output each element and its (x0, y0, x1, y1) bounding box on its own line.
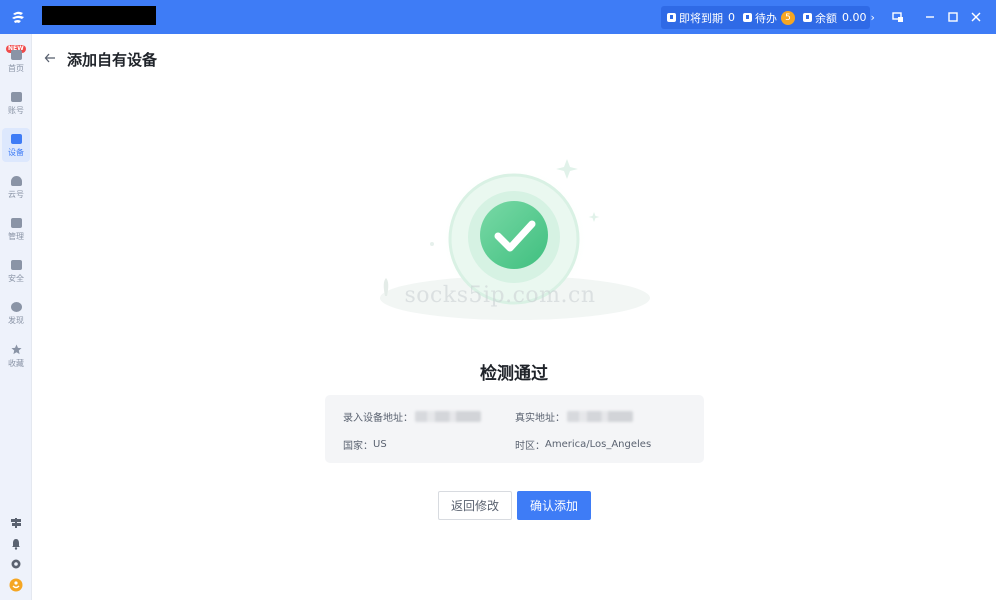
timezone-value: America/Los_Angeles (545, 439, 652, 450)
real-address-row: 真实地址： (515, 409, 633, 424)
cloud-icon (10, 176, 22, 186)
country-row: 国家： US (343, 439, 387, 452)
sidebar-item-discover[interactable]: 发现 (2, 296, 30, 330)
clock-icon (667, 13, 676, 22)
redacted-device-address (415, 411, 481, 422)
todo-status[interactable]: 待办 5 (743, 10, 795, 26)
app-logo-icon (12, 11, 24, 23)
page-title: 添加自有设备 (67, 51, 158, 69)
status-bar[interactable]: 即将到期 0 待办 5 余额 0.00 › (661, 6, 875, 29)
back-arrow-icon[interactable] (42, 50, 58, 66)
country-value: US (373, 439, 387, 450)
bell-icon[interactable] (10, 538, 22, 550)
minimize-button[interactable] (921, 8, 939, 26)
sidebar-item-cloud[interactable]: 云号 (2, 170, 30, 204)
sidebar-item-security[interactable]: 安全 (2, 254, 30, 288)
gear-icon[interactable] (10, 558, 22, 570)
screen-icon[interactable] (889, 8, 907, 26)
timezone-row: 时区： America/Los_Angeles (515, 439, 652, 452)
compass-icon (10, 302, 22, 312)
chevron-right-icon: › (870, 11, 875, 24)
redacted-real-address (567, 411, 633, 422)
device-icon (10, 134, 22, 144)
confirm-add-button[interactable]: 确认添加 (517, 491, 591, 520)
sidebar-item-manage[interactable]: 管理 (2, 212, 30, 246)
sidebar-item-home[interactable]: NEW 首页 (2, 44, 30, 78)
expiring-status[interactable]: 即将到期 0 (667, 10, 735, 26)
sidebar: NEW 首页 账号 设备 云号 管理 安全 发现 收藏 (0, 34, 32, 600)
store-icon (10, 92, 22, 102)
manage-icon (10, 218, 22, 228)
redacted-title (42, 6, 156, 25)
close-button[interactable] (967, 8, 985, 26)
support-icon[interactable] (9, 578, 23, 592)
star-icon (10, 344, 22, 355)
wallet-icon (803, 13, 812, 22)
result-title: 检测通过 (480, 364, 548, 384)
watermark-text: socks5ip.com.cn (404, 283, 596, 308)
balance-status[interactable]: 余额 0.00 › (803, 10, 875, 26)
maximize-button[interactable] (944, 8, 962, 26)
security-icon (10, 260, 22, 270)
back-to-edit-button[interactable]: 返回修改 (438, 491, 512, 520)
device-address-row: 录入设备地址： (343, 409, 481, 424)
signpost-icon[interactable] (10, 517, 22, 529)
sidebar-item-account[interactable]: 账号 (2, 86, 30, 120)
home-icon (10, 50, 22, 60)
title-bar: 即将到期 0 待办 5 余额 0.00 › (0, 0, 996, 34)
todo-icon (743, 13, 752, 22)
device-info-card: 录入设备地址： 真实地址： 国家： US 时区： America/Los_Ang… (325, 395, 704, 463)
sidebar-item-device[interactable]: 设备 (2, 128, 30, 162)
todo-count-badge: 5 (781, 10, 795, 25)
